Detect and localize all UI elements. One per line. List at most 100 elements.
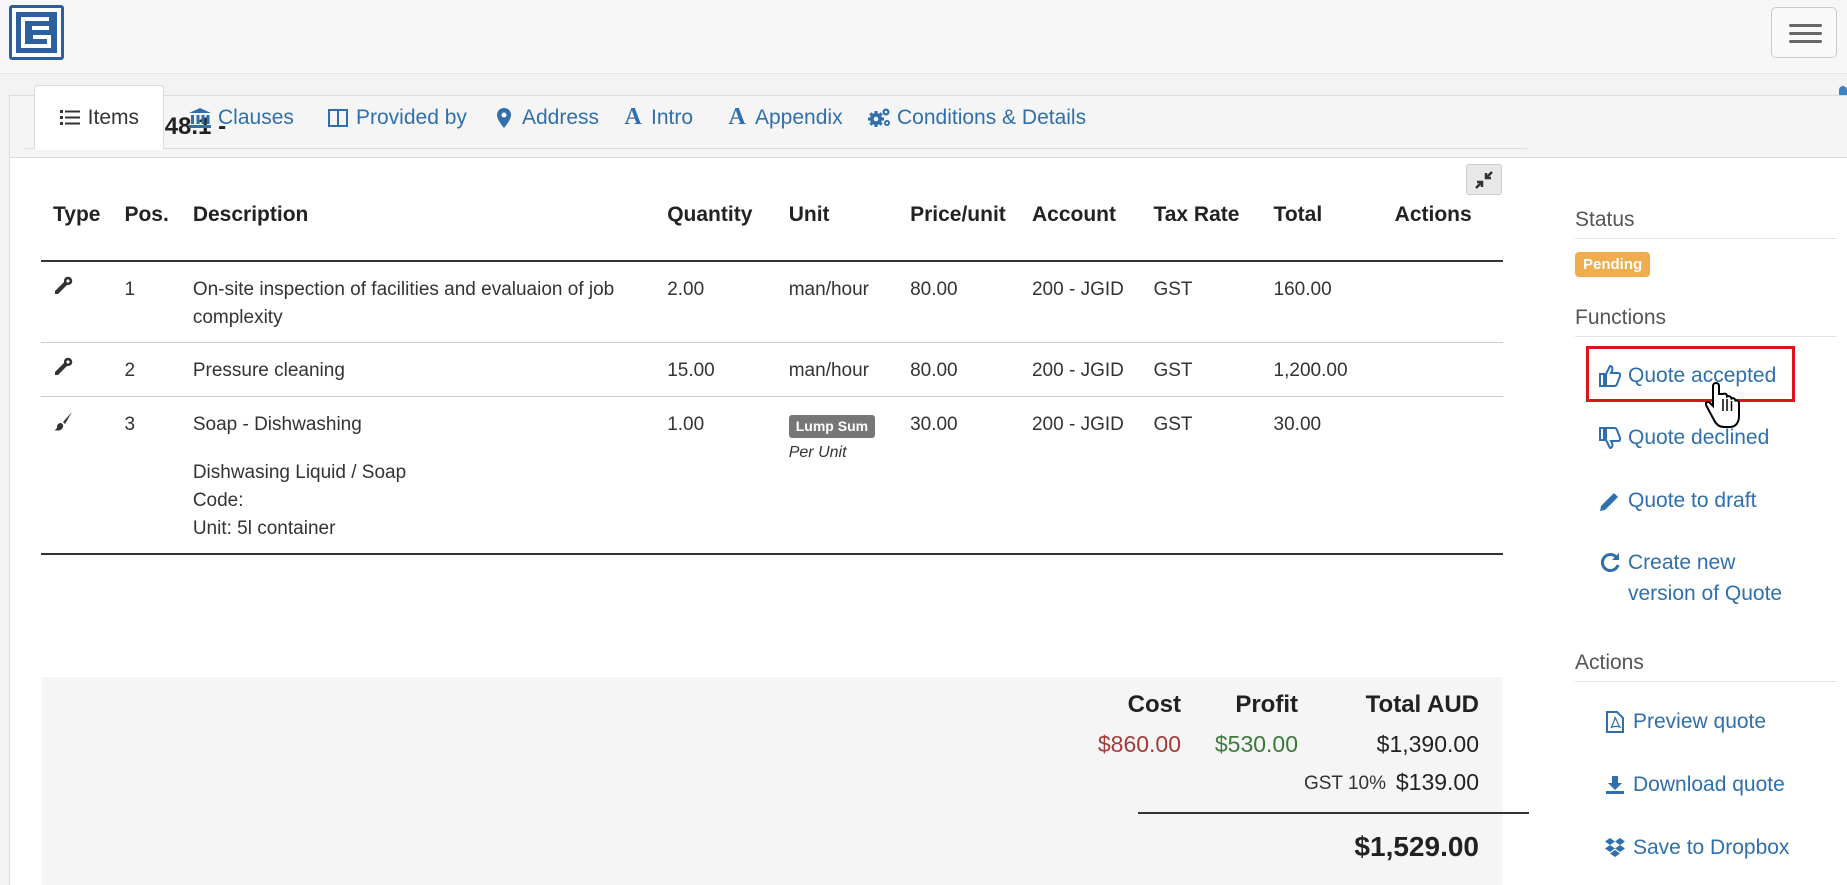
list-icon xyxy=(59,106,82,130)
table-row[interactable]: 3 Soap - Dishwashing Dishwasing Liquid /… xyxy=(41,396,1503,555)
hamburger-menu-button[interactable] xyxy=(1771,7,1837,58)
col-tax-rate: Tax Rate xyxy=(1141,200,1262,262)
quantity-cell: 2.00 xyxy=(655,261,777,343)
account-cell: 200 - JGID xyxy=(1019,396,1142,555)
compress-icon xyxy=(1475,170,1493,189)
gst-label: GST 10% xyxy=(1303,773,1386,794)
total-cell: 30.00 xyxy=(1261,396,1383,555)
tab-clauses[interactable]: Clauses xyxy=(164,85,318,150)
tab-appendix[interactable]: A Appendix xyxy=(701,85,867,150)
quantity-cell: 15.00 xyxy=(655,342,777,397)
paintbrush-icon xyxy=(54,412,72,431)
tab-intro[interactable]: A Intro xyxy=(597,85,717,150)
tab-conditions-details[interactable]: Conditions & Details xyxy=(843,85,1110,150)
col-type: Type xyxy=(41,200,113,262)
items-table: Type Pos. Description Quantity Unit Pric… xyxy=(41,200,1503,555)
bank-icon xyxy=(188,106,212,130)
font-icon: A xyxy=(624,104,642,130)
actions-cell xyxy=(1382,261,1503,343)
summary-divider xyxy=(1138,812,1529,814)
pos-cell: 2 xyxy=(112,342,181,397)
tax-cell: GST xyxy=(1141,342,1262,397)
account-cell: 200 - JGID xyxy=(1019,261,1142,343)
col-description: Description xyxy=(180,200,656,262)
tab-items[interactable]: Items xyxy=(34,85,164,150)
tab-conditions-label: Conditions & Details xyxy=(897,105,1087,129)
download-icon xyxy=(1603,769,1627,800)
company-logo[interactable] xyxy=(9,5,64,60)
status-heading: Status xyxy=(1575,208,1837,239)
description-cell: On-site inspection of facilities and eva… xyxy=(180,261,656,343)
status-badge: Pending xyxy=(1575,252,1651,277)
quote-declined-label: Quote declined xyxy=(1628,426,1770,449)
cogs-icon xyxy=(867,106,891,130)
preview-quote-label: Preview quote xyxy=(1633,710,1767,733)
total-value: $1,390.00 xyxy=(1376,731,1479,757)
tab-address-label: Address xyxy=(522,105,600,129)
cost-label: Cost xyxy=(1127,691,1181,718)
save-to-dropbox-link[interactable]: Save to Dropbox xyxy=(1603,832,1789,863)
lump-sum-badge: Lump Sum xyxy=(788,415,876,438)
description-code: Code: xyxy=(192,490,244,511)
table-row[interactable]: 1 On-site inspection of facilities and e… xyxy=(41,261,1503,343)
hamburger-bar xyxy=(1789,40,1822,43)
col-account: Account xyxy=(1019,200,1142,262)
total-cell: 1,200.00 xyxy=(1261,342,1383,397)
highlight-box xyxy=(1586,346,1795,402)
tax-cell: GST xyxy=(1141,261,1262,343)
quote-to-draft-link[interactable]: Quote to draft xyxy=(1598,485,1756,516)
actions-cell xyxy=(1382,342,1503,397)
create-new-version-link[interactable]: Create new version of Quote xyxy=(1598,547,1798,609)
table-row[interactable]: 2 Pressure cleaning 15.00 man/hour 80.00… xyxy=(41,342,1503,397)
tab-clauses-label: Clauses xyxy=(218,105,294,129)
download-quote-link[interactable]: Download quote xyxy=(1603,769,1785,800)
hamburger-icon xyxy=(1789,24,1822,27)
description-title: Soap - Dishwashing xyxy=(192,414,362,435)
tab-provided-by-label: Provided by xyxy=(356,105,467,129)
total-cell: 160.00 xyxy=(1261,261,1383,343)
preview-quote-link[interactable]: Preview quote xyxy=(1603,706,1766,737)
type-cell xyxy=(41,261,113,343)
profit-value: $530.00 xyxy=(1214,731,1298,757)
top-navbar xyxy=(0,0,1847,74)
per-unit-label: Per Unit xyxy=(788,444,847,461)
price-cell: 80.00 xyxy=(898,261,1020,343)
tax-cell: GST xyxy=(1141,396,1262,555)
type-cell xyxy=(41,396,113,555)
quote-to-draft-label: Quote to draft xyxy=(1628,489,1757,512)
map-marker-icon xyxy=(492,106,516,130)
dropbox-icon xyxy=(1603,832,1627,863)
col-pos: Pos. xyxy=(112,200,181,262)
unit-cell: man/hour xyxy=(776,261,899,343)
tab-appendix-label: Appendix xyxy=(755,105,843,129)
wrench-icon xyxy=(55,276,73,294)
grand-total: $1,529.00 xyxy=(1354,831,1479,862)
cost-value: $860.00 xyxy=(1097,731,1181,757)
unit-cell: Lump Sum Per Unit xyxy=(776,396,899,555)
actions-cell xyxy=(1382,396,1503,555)
description-cell: Pressure cleaning xyxy=(180,342,656,397)
type-cell xyxy=(41,342,113,397)
columns-icon xyxy=(326,106,350,130)
save-to-dropbox-label: Save to Dropbox xyxy=(1633,836,1790,859)
tab-provided-by[interactable]: Provided by xyxy=(302,85,491,150)
tab-intro-label: Intro xyxy=(651,105,694,129)
col-unit: Unit xyxy=(776,200,899,262)
functions-heading: Functions xyxy=(1575,306,1837,337)
table-header-row: Type Pos. Description Quantity Unit Pric… xyxy=(41,200,1503,262)
totals-summary: Cost Profit Total AUD $860.00 $530.00 $1… xyxy=(41,677,1529,885)
actions-heading: Actions xyxy=(1575,651,1837,682)
pos-cell: 1 xyxy=(112,261,181,343)
collapse-button[interactable] xyxy=(1466,164,1502,195)
download-quote-label: Download quote xyxy=(1633,773,1785,796)
file-pdf-icon xyxy=(1603,706,1627,737)
hamburger-bar xyxy=(1789,32,1822,35)
tab-items-label: Items xyxy=(87,105,139,129)
col-actions: Actions xyxy=(1382,200,1503,262)
quote-declined-link[interactable]: Quote declined xyxy=(1598,422,1769,453)
description-unit: Unit: 5l container xyxy=(192,518,336,539)
font-icon: A xyxy=(728,104,746,130)
create-new-version-label: Create new version of Quote xyxy=(1628,551,1783,605)
hand-cursor-icon xyxy=(1704,381,1741,437)
col-price: Price/unit xyxy=(898,200,1020,262)
